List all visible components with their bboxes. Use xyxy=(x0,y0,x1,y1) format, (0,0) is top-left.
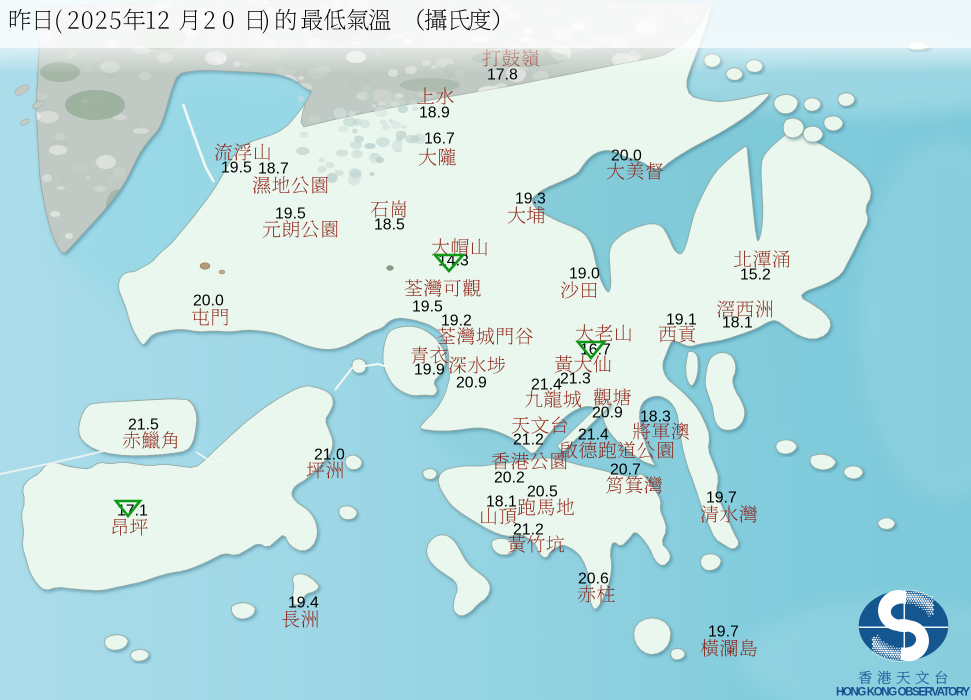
svg-text:18.7: 18.7 xyxy=(258,161,289,178)
svg-text:20.9: 20.9 xyxy=(592,405,623,422)
svg-text:18.1: 18.1 xyxy=(486,494,517,511)
svg-text:19.7: 19.7 xyxy=(708,624,739,641)
svg-text:18.1: 18.1 xyxy=(722,315,753,332)
svg-text:19.2: 19.2 xyxy=(441,313,472,330)
svg-text:21.0: 21.0 xyxy=(314,447,345,464)
svg-text:19.7: 19.7 xyxy=(706,490,737,507)
svg-text:19.5: 19.5 xyxy=(412,299,443,316)
svg-text:20.7: 20.7 xyxy=(610,462,641,479)
svg-text:20.9: 20.9 xyxy=(456,375,487,392)
svg-text:20.6: 20.6 xyxy=(578,571,609,588)
svg-text:19.9: 19.9 xyxy=(414,362,445,379)
svg-text:19.5: 19.5 xyxy=(275,206,306,223)
svg-text:21.2: 21.2 xyxy=(513,432,544,449)
svg-text:19.3: 19.3 xyxy=(515,191,546,208)
svg-text:21.3: 21.3 xyxy=(560,371,591,388)
svg-text:16.7: 16.7 xyxy=(424,131,455,148)
svg-text:20.2: 20.2 xyxy=(494,470,525,487)
svg-text:21.2: 21.2 xyxy=(513,522,544,539)
svg-text:15.2: 15.2 xyxy=(740,267,771,284)
svg-text:19.5: 19.5 xyxy=(221,160,252,177)
svg-text:20.0: 20.0 xyxy=(611,148,642,165)
svg-text:21.4: 21.4 xyxy=(578,427,609,444)
svg-text:18.5: 18.5 xyxy=(374,217,405,234)
svg-text:20.0: 20.0 xyxy=(193,293,224,310)
svg-text:18.3: 18.3 xyxy=(640,409,671,426)
svg-text:21.5: 21.5 xyxy=(128,417,159,434)
svg-text:19.0: 19.0 xyxy=(569,266,600,283)
svg-text:19.1: 19.1 xyxy=(666,312,697,329)
svg-text:21.4: 21.4 xyxy=(531,377,562,394)
svg-text:20.5: 20.5 xyxy=(527,484,558,501)
svg-text:19.4: 19.4 xyxy=(288,595,319,612)
svg-text:18.9: 18.9 xyxy=(419,105,450,122)
svg-text:HONG KONG OBSERVATORY: HONG KONG OBSERVATORY xyxy=(836,687,970,699)
